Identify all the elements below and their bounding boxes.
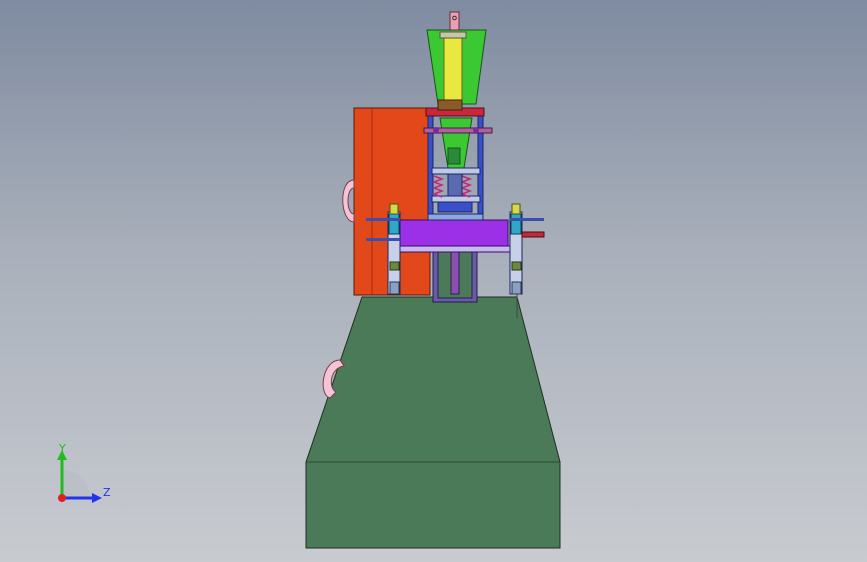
cad-viewport[interactable]: Y Z: [0, 0, 867, 562]
triad-quadrant: [62, 470, 90, 498]
right-rod-upper: [510, 218, 544, 221]
table-plate: [397, 245, 511, 253]
left-clamp-body: [388, 213, 400, 235]
top-fitting: [449, 11, 460, 31]
punch-block: [437, 201, 473, 213]
cylinder-cap: [439, 31, 467, 39]
spring-guide: [447, 173, 463, 197]
y-axis-label: Y: [59, 442, 66, 455]
x-axis-point: [58, 494, 66, 502]
axis-triad: Y Z: [50, 440, 120, 510]
spring-top-plate: [431, 167, 481, 175]
bar-nut-left: [433, 127, 439, 133]
right-bottom-block: [511, 281, 522, 295]
right-red-pin: [521, 231, 545, 238]
right-clamp-body: [510, 213, 522, 235]
left-clamp-knob: [389, 203, 399, 215]
right-clamp-knob: [511, 203, 521, 215]
cylinder-base: [437, 99, 463, 111]
spring-bottom-plate: [431, 195, 481, 203]
machine-base: [305, 296, 561, 549]
machine-model[interactable]: [0, 0, 867, 562]
left-rod-upper: [366, 218, 400, 221]
z-axis-label: Z: [103, 486, 111, 499]
right-lower-block: [511, 261, 522, 271]
bar-nut-right: [473, 127, 479, 133]
spring-right: [459, 175, 473, 198]
air-cylinder: [443, 31, 463, 103]
frame-bottom-plate: [427, 213, 484, 221]
spring-left: [431, 175, 445, 198]
left-rod-lower: [366, 238, 400, 241]
inner-core: [447, 147, 461, 165]
column-rod: [450, 251, 460, 295]
cabinet-handle: [342, 179, 355, 223]
left-lower-block: [389, 261, 400, 271]
left-bottom-block: [389, 281, 400, 295]
z-axis-head: [92, 493, 102, 503]
